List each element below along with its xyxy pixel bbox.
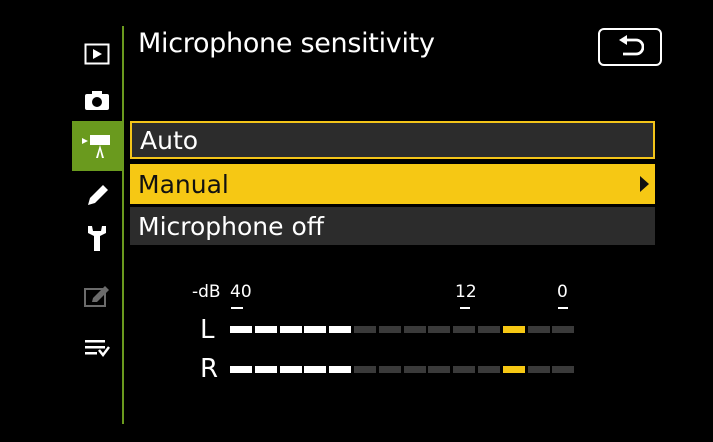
meter-scale-40: 40 xyxy=(230,282,252,302)
meter-segment xyxy=(453,326,476,333)
meter-segment xyxy=(428,326,451,333)
meter-segment xyxy=(279,366,302,373)
movie-camera-icon xyxy=(82,135,110,158)
rail-divider xyxy=(122,26,124,424)
playback-icon xyxy=(84,43,110,65)
option-microphone-off[interactable]: Microphone off xyxy=(130,207,655,245)
meter-segment xyxy=(478,366,500,373)
meter-unit: -dB xyxy=(192,282,221,302)
meter-segment xyxy=(378,326,401,333)
tab-playback[interactable] xyxy=(72,34,122,74)
meter-segment xyxy=(428,366,451,373)
meter-segment xyxy=(453,366,476,373)
meter-segment xyxy=(378,366,401,373)
page-title: Microphone sensitivity xyxy=(138,28,435,59)
meter-segment xyxy=(329,366,352,373)
meter-segment xyxy=(478,326,500,333)
option-manual-label: Manual xyxy=(138,169,229,199)
option-manual[interactable]: Manual xyxy=(130,164,655,204)
meter-segment xyxy=(230,326,252,333)
channel-right-label: R xyxy=(200,354,219,384)
meter-segment xyxy=(354,366,376,373)
screen: Microphone sensitivity Auto Manual Micro… xyxy=(0,0,713,442)
meter-segment xyxy=(304,366,327,373)
meter-segment xyxy=(552,366,575,373)
back-arrow-icon xyxy=(619,35,644,56)
meter-tick-0 xyxy=(558,307,568,309)
option-auto-label: Auto xyxy=(140,125,199,155)
meter-segment xyxy=(329,326,352,333)
wrench-icon xyxy=(88,226,106,251)
channel-left-label: L xyxy=(200,315,215,345)
tab-custom-settings[interactable] xyxy=(72,176,122,216)
meter-tick-12 xyxy=(460,307,470,309)
camera-icon xyxy=(85,91,109,110)
meter-tick-40 xyxy=(231,307,243,309)
meter-segment xyxy=(254,366,277,373)
tab-photo-shooting[interactable] xyxy=(72,80,122,120)
option-microphone-off-label: Microphone off xyxy=(138,211,324,241)
option-auto[interactable]: Auto xyxy=(130,121,655,159)
meter-scale-12: 12 xyxy=(455,282,477,302)
tab-movie-shooting[interactable] xyxy=(72,121,122,171)
meter-segment xyxy=(354,326,376,333)
meter-segment xyxy=(403,326,426,333)
tab-my-menu[interactable] xyxy=(72,328,122,368)
meter-segment xyxy=(254,326,277,333)
meter-segment xyxy=(552,326,575,333)
back-button[interactable] xyxy=(598,28,662,66)
meter-segment xyxy=(502,366,525,373)
meter-scale-0: 0 xyxy=(557,282,568,302)
tab-setup[interactable] xyxy=(72,218,122,258)
tab-retouch[interactable] xyxy=(72,276,122,316)
meter-segment xyxy=(403,366,426,373)
meter-segment xyxy=(230,366,252,373)
meter-segment xyxy=(279,326,302,333)
meter-segment xyxy=(502,326,525,333)
meter-segment xyxy=(527,326,550,333)
my-menu-icon xyxy=(85,340,110,358)
meter-segment xyxy=(304,326,327,333)
pencil-icon xyxy=(88,185,108,205)
meter-segment xyxy=(527,366,550,373)
retouch-icon xyxy=(84,286,109,307)
chevron-right-icon xyxy=(640,176,649,192)
